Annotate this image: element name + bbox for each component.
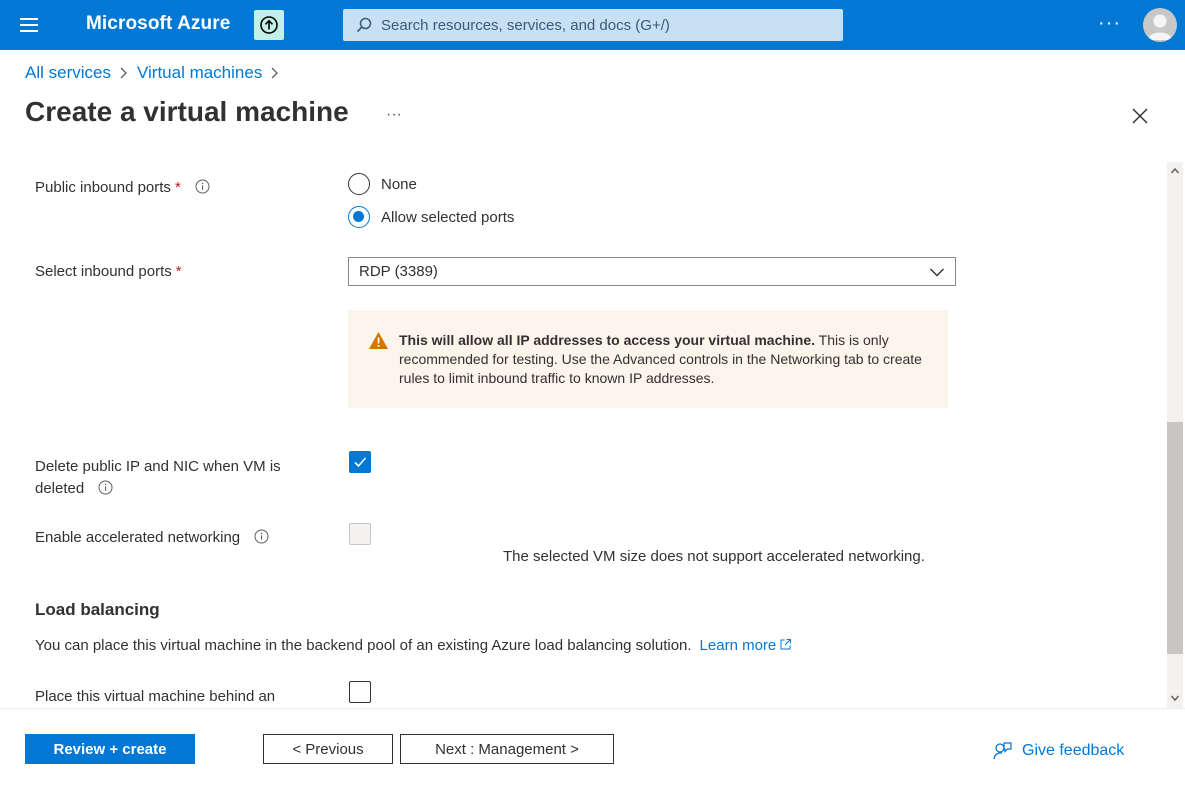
give-feedback-link[interactable]: Give feedback (992, 741, 1124, 761)
review-create-button[interactable]: Review + create (25, 734, 195, 764)
info-icon[interactable] (195, 179, 210, 194)
top-bar: Microsoft Azure Search resources, servic… (0, 0, 1185, 50)
required-mark: * (174, 179, 181, 196)
page-title: Create a virtual machine (25, 96, 349, 127)
public-inbound-ports-label: Public inbound ports * (35, 177, 210, 199)
search-icon (356, 17, 372, 33)
feedback-icon (993, 742, 1012, 760)
warning-bold-text: This will allow all IP addresses to acce… (399, 332, 816, 348)
radio-allow-selected-ports-label: Allow selected ports (381, 208, 515, 226)
external-link-icon (780, 639, 792, 650)
chevron-right-icon (271, 67, 279, 79)
inbound-ports-dropdown[interactable]: RDP (3389) (348, 257, 956, 286)
inbound-ports-value: RDP (3389) (359, 263, 438, 280)
accelerated-networking-label: Enable accelerated networking (35, 527, 269, 549)
load-balancing-title: Load balancing (35, 600, 160, 619)
scrollbar-thumb[interactable] (1167, 422, 1183, 654)
load-balancing-description: You can place this virtual machine in th… (35, 637, 792, 654)
required-mark: * (175, 263, 182, 280)
accelerated-networking-note: The selected VM size does not support ac… (503, 548, 925, 565)
radio-none[interactable]: None (348, 173, 417, 195)
breadcrumb-virtual-machines[interactable]: Virtual machines (137, 63, 262, 83)
scroll-down-icon[interactable] (1170, 693, 1180, 703)
breadcrumb-all-services[interactable]: All services (25, 63, 111, 83)
search-input[interactable]: Search resources, services, and docs (G+… (343, 9, 843, 41)
previous-button[interactable]: < Previous (263, 734, 393, 764)
more-options-icon[interactable]: ··· (1098, 12, 1121, 35)
learn-more-link[interactable]: Learn more (700, 637, 793, 654)
upgrade-icon[interactable] (254, 10, 284, 40)
delete-public-ip-checkbox[interactable] (349, 451, 371, 473)
radio-allow-selected-ports[interactable]: Allow selected ports (348, 206, 514, 228)
select-inbound-ports-label: Select inbound ports * (35, 263, 182, 280)
radio-none-circle[interactable] (348, 173, 370, 195)
checkmark-icon (354, 457, 367, 468)
chevron-right-icon (120, 67, 127, 79)
warning-icon (369, 332, 388, 349)
menu-icon[interactable] (18, 14, 42, 36)
search-placeholder: Search resources, services, and docs (G+… (381, 16, 670, 34)
close-icon[interactable] (1130, 106, 1150, 126)
avatar[interactable] (1143, 8, 1177, 42)
warning-text: This will allow all IP addresses to acce… (399, 331, 929, 388)
info-icon[interactable] (254, 529, 269, 544)
brand-title[interactable]: Microsoft Azure (86, 13, 230, 35)
delete-public-ip-label: Delete public IP and NIC when VM is dele… (35, 458, 281, 497)
breadcrumb: All services Virtual machines (25, 63, 288, 83)
give-feedback-label: Give feedback (1022, 742, 1125, 759)
chevron-down-icon (930, 268, 944, 277)
radio-allow-selected-ports-circle[interactable] (348, 206, 370, 228)
radio-none-label: None (381, 175, 417, 193)
place-behind-lb-label: Place this virtual machine behind an (35, 688, 276, 705)
info-icon[interactable] (98, 480, 113, 495)
place-behind-lb-checkbox[interactable] (349, 681, 371, 703)
scroll-up-icon[interactable] (1170, 166, 1180, 176)
title-more-icon[interactable]: ··· (386, 106, 402, 124)
footer-divider (0, 708, 1185, 709)
next-management-button[interactable]: Next : Management > (400, 734, 614, 764)
warning-banner: This will allow all IP addresses to acce… (348, 310, 948, 408)
accelerated-networking-checkbox (349, 523, 371, 545)
